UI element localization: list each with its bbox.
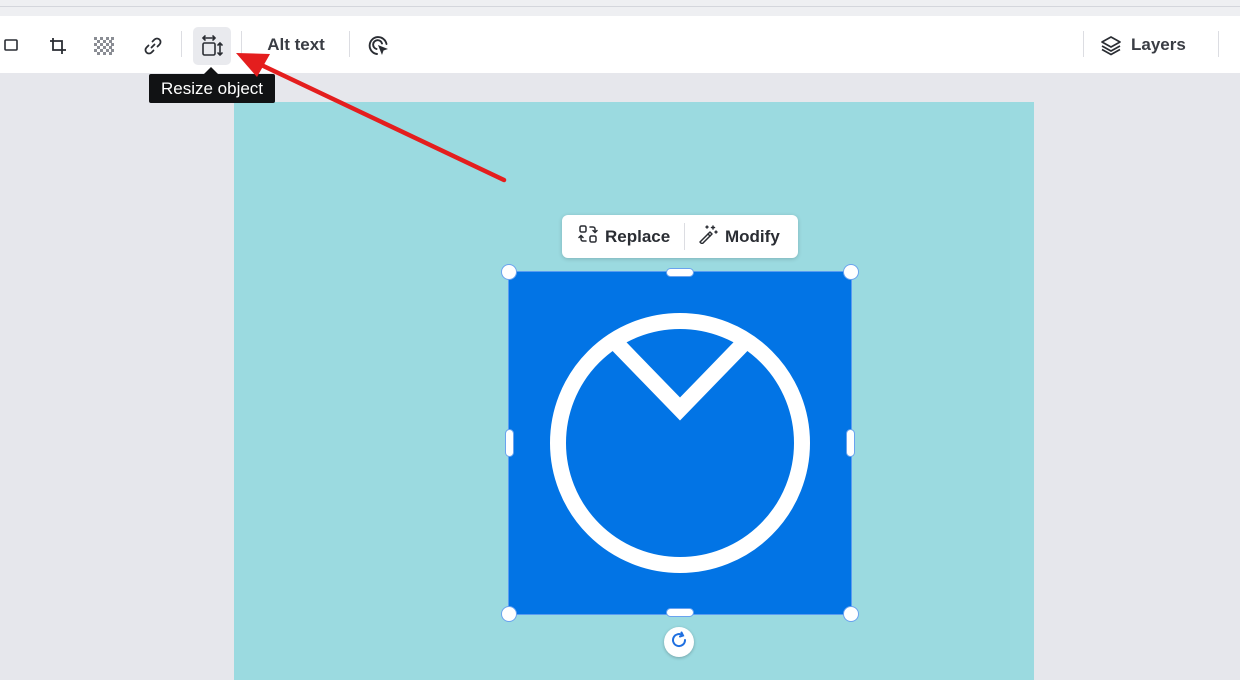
resize-object-button[interactable]: [193, 27, 231, 65]
replace-icon: [578, 224, 598, 249]
resize-object-tooltip: Resize object: [149, 74, 275, 103]
layers-button[interactable]: Layers: [1100, 28, 1208, 62]
magic-wand-icon: [698, 224, 718, 249]
resize-handle-top-right[interactable]: [843, 264, 859, 280]
browser-top-strip: [0, 0, 1240, 16]
context-menu-divider: [684, 223, 685, 250]
clock-graphic: [550, 313, 810, 573]
position-icon[interactable]: [2, 36, 20, 54]
toolbar-divider: [349, 31, 350, 57]
resize-handle-top-left[interactable]: [501, 264, 517, 280]
image-context-menu: Replace Modify: [562, 215, 798, 258]
selected-clock-image[interactable]: [508, 271, 852, 615]
toolbar-divider: [241, 31, 242, 57]
tooltip-pointer: [204, 67, 218, 74]
layers-label: Layers: [1131, 35, 1186, 54]
modify-button[interactable]: Modify: [698, 215, 780, 258]
layers-icon: [1100, 34, 1122, 56]
link-icon[interactable]: [141, 34, 165, 58]
crop-icon[interactable]: [46, 34, 70, 58]
animate-icon[interactable]: [365, 33, 393, 59]
toolbar-divider: [181, 31, 182, 57]
rotate-handle[interactable]: [664, 627, 694, 657]
resize-handle-left[interactable]: [505, 429, 514, 457]
modify-label: Modify: [725, 226, 780, 246]
transparency-icon[interactable]: [92, 34, 116, 58]
resize-handle-top[interactable]: [666, 268, 694, 277]
resize-handle-bottom-left[interactable]: [501, 606, 517, 622]
alt-text-button[interactable]: Alt text: [258, 30, 334, 60]
resize-handle-bottom-right[interactable]: [843, 606, 859, 622]
replace-label: Replace: [605, 226, 671, 246]
resize-handle-bottom[interactable]: [666, 608, 694, 617]
resize-object-icon: [200, 34, 224, 58]
rotate-icon: [670, 631, 688, 653]
replace-button[interactable]: Replace: [578, 215, 670, 258]
editor-toolbar: Alt text Layers: [0, 16, 1240, 73]
toolbar-divider: [1083, 31, 1084, 57]
top-divider: [0, 6, 1240, 7]
resize-handle-right[interactable]: [846, 429, 855, 457]
toolbar-divider: [1218, 31, 1219, 57]
